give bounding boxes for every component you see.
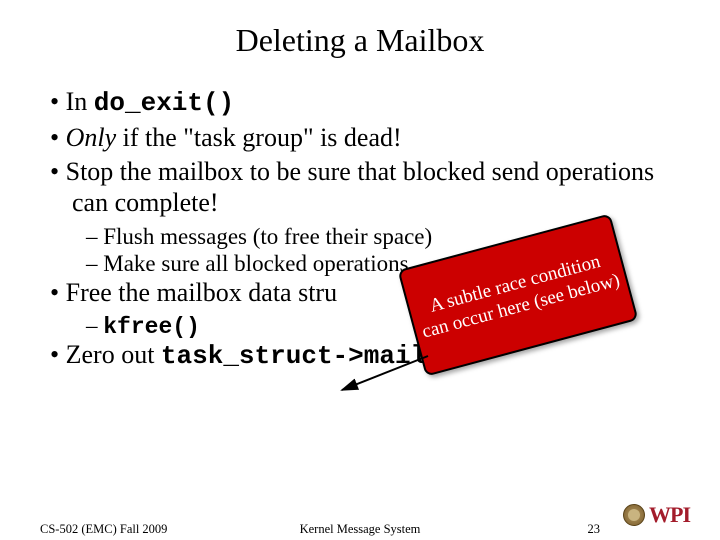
bullet-2: Only if the "task group" is dead! (50, 123, 670, 154)
footer-right: 23 (588, 522, 601, 537)
wpi-text: WPI (649, 502, 690, 528)
slide-title: Deleting a Mailbox (0, 0, 720, 59)
bullet-3: Stop the mailbox to be sure that blocked… (50, 157, 670, 218)
wpi-logo: WPI (623, 502, 690, 528)
slide: Deleting a Mailbox In do_exit() Only if … (0, 0, 720, 540)
code-kfree: kfree() (103, 314, 200, 340)
bullet-5-prefix: Zero out (66, 340, 161, 369)
callout-text: A subtle race condition can occur here (… (413, 246, 622, 344)
code-do-exit: do_exit() (94, 88, 234, 118)
bullet-2-only: Only (66, 123, 117, 152)
bullet-5: Zero out task_struct->mailbox (50, 340, 670, 372)
bullet-1: In do_exit() (50, 87, 670, 119)
bullet-2-rest: if the "task group" is dead! (116, 123, 402, 152)
footer-center: Kernel Message System (0, 522, 720, 537)
bullet-1-prefix: In (66, 87, 94, 116)
seal-icon (623, 504, 645, 526)
